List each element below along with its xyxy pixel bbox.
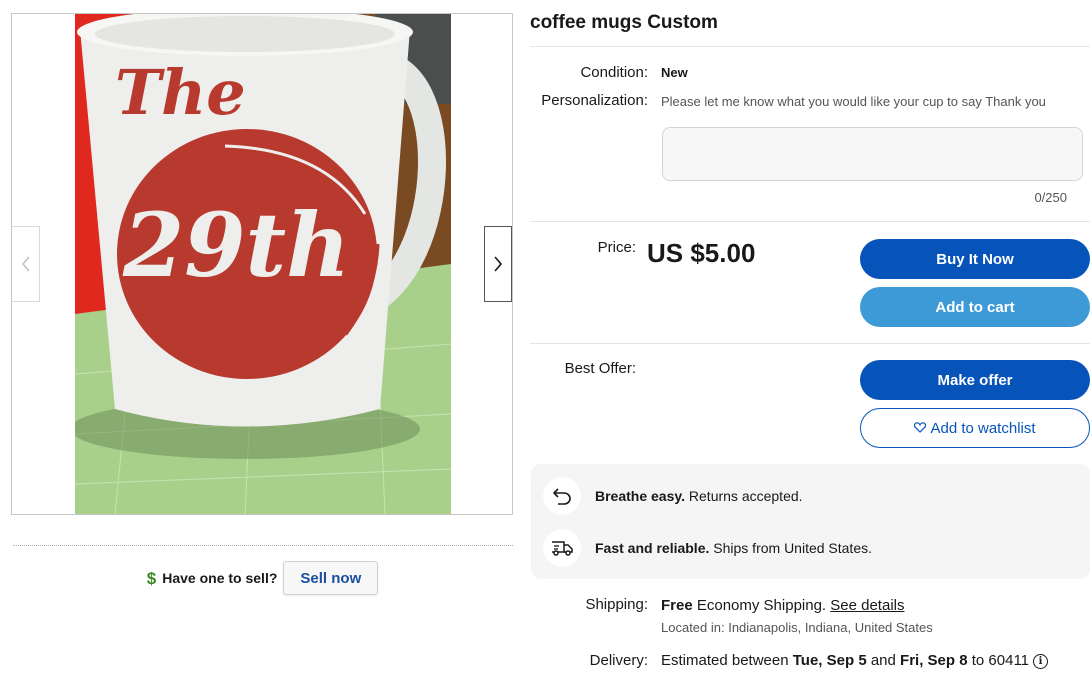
- shipping-value: Free Economy Shipping. See details: [661, 597, 904, 614]
- shipping-free: Free: [661, 597, 693, 614]
- promotions-panel: Breathe easy. Returns accepted. Fast and…: [531, 464, 1090, 579]
- promo-shipping-bold: Fast and reliable.: [595, 540, 710, 556]
- chevron-left-icon: [21, 256, 30, 272]
- best-offer-label: Best Offer:: [564, 360, 636, 377]
- chevron-right-icon: [494, 256, 503, 272]
- mug-text-center: 29th: [122, 193, 350, 297]
- promo-shipping: Fast and reliable. Ships from United Sta…: [543, 529, 872, 567]
- sell-now-button[interactable]: Sell now: [283, 561, 379, 595]
- delivery-end: Fri, Sep 8: [900, 652, 968, 669]
- see-details-link[interactable]: See details: [830, 597, 904, 614]
- divider: [530, 46, 1090, 47]
- personalization-hint: Please let me know what you would like y…: [661, 94, 1046, 109]
- delivery-and: and: [866, 652, 901, 669]
- return-arrow-icon: [543, 477, 581, 515]
- shipping-text: Economy Shipping.: [692, 597, 831, 614]
- sell-promo: $ Have one to sell? Sell now: [0, 561, 525, 595]
- heart-icon: [914, 421, 927, 436]
- product-photo[interactable]: The 29th: [75, 14, 451, 514]
- next-image-button[interactable]: [484, 226, 512, 302]
- watchlist-label: Add to watchlist: [930, 419, 1036, 437]
- delivery-truck-icon: [543, 529, 581, 567]
- shipping-label: Shipping:: [585, 596, 648, 613]
- delivery-zip: to 60411: [967, 652, 1030, 669]
- mug-illustration: The 29th: [75, 14, 451, 514]
- personalization-label: Personalization:: [541, 92, 648, 109]
- promo-returns-text: Returns accepted.: [685, 488, 803, 504]
- divider: [530, 343, 1090, 344]
- add-to-cart-button[interactable]: Add to cart: [860, 287, 1090, 327]
- personalization-input[interactable]: [662, 127, 1083, 181]
- divider: [530, 221, 1090, 222]
- price-value: US $5.00: [647, 238, 756, 268]
- price-label: Price:: [597, 239, 636, 256]
- previous-image-button[interactable]: [12, 226, 40, 302]
- info-icon[interactable]: i: [1033, 654, 1049, 669]
- add-to-watchlist-button[interactable]: Add to watchlist: [860, 408, 1090, 448]
- divider: [13, 545, 513, 546]
- delivery-start: Tue, Sep 5: [792, 652, 867, 669]
- promo-returns-bold: Breathe easy.: [595, 488, 686, 504]
- buy-it-now-button[interactable]: Buy It Now: [860, 239, 1090, 279]
- delivery-label: Delivery:: [589, 652, 648, 669]
- promo-shipping-text: Ships from United States.: [709, 540, 873, 556]
- listing-title: coffee mugs Custom: [530, 12, 718, 33]
- character-counter: 0/250: [1034, 190, 1067, 205]
- dollar-icon: $: [146, 568, 157, 588]
- make-offer-button[interactable]: Make offer: [860, 360, 1090, 400]
- delivery-prefix: Estimated between: [661, 652, 793, 669]
- item-location: Located in: Indianapolis, Indiana, Unite…: [661, 620, 933, 635]
- condition-value: New: [661, 65, 688, 80]
- delivery-value: Estimated between Tue, Sep 5 and Fri, Se…: [661, 652, 1049, 669]
- promo-returns: Breathe easy. Returns accepted.: [543, 477, 803, 515]
- image-gallery: The 29th: [11, 13, 513, 515]
- sell-question: Have one to sell?: [162, 570, 278, 586]
- condition-label: Condition:: [580, 64, 648, 81]
- mug-text-top: The: [115, 56, 246, 129]
